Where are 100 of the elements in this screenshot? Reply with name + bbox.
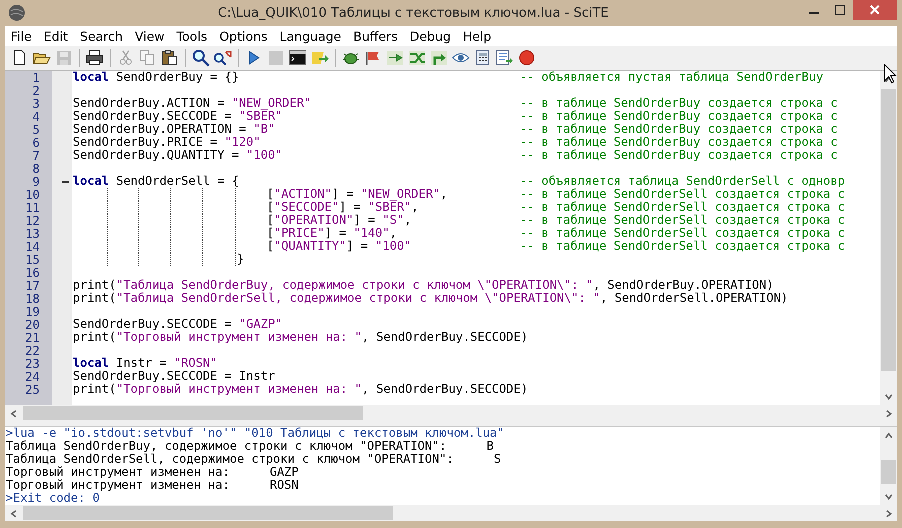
code-string: "SECCODE"	[274, 201, 340, 214]
code-text: Instr =	[115, 357, 168, 370]
menu-item[interactable]: Tools	[170, 28, 214, 44]
code-string: "GAZP"	[239, 318, 283, 331]
menu-item[interactable]: Buffers	[348, 28, 404, 44]
menu-item[interactable]: Options	[214, 28, 274, 44]
line-number: 14	[24, 240, 41, 253]
code-text: [	[267, 227, 274, 240]
menu-item[interactable]: Help	[457, 28, 498, 44]
code-string: "100"	[246, 149, 283, 162]
find-icon[interactable]	[190, 47, 212, 69]
code-text: [	[267, 240, 274, 253]
code-text: }	[237, 253, 244, 266]
code-text: [	[267, 201, 274, 214]
menu-item[interactable]: Edit	[38, 28, 74, 44]
code-text: , SendOrderBuy.SECCODE)	[362, 331, 528, 344]
output-text: Таблица SendOrderSell, содержимое строки с ключом "OPERATION":	[6, 453, 454, 466]
code-string: "Торговый инструмент изменен на: "	[116, 383, 362, 396]
code-comment: -- объявляется таблица SendOrderSell с одновр	[520, 175, 846, 188]
code-text: print(	[73, 292, 116, 305]
scrollbar-thumb[interactable]	[23, 406, 363, 420]
code-comment: -- объявляется пустая таблица SendOrderBuy	[520, 71, 824, 84]
code-text: ,	[440, 188, 448, 201]
code-string: "OPERATION"	[274, 214, 354, 227]
code-comment: -- в таблице SendOrderBuy создается строка с	[520, 123, 839, 136]
vertical-scrollbar[interactable]	[880, 71, 897, 405]
line-number: 24	[24, 370, 41, 383]
code-text: , SendOrderBuy.OPERATION)	[593, 279, 774, 292]
code-comment: -- в таблице SendOrderSell создается строка с	[520, 201, 846, 214]
code-string: "B"	[254, 123, 276, 136]
line-number: 22	[24, 344, 41, 357]
code-text: ] =	[346, 240, 370, 253]
line-number: 7	[32, 149, 41, 162]
code-text: SendOrderBuy.SECCODE =	[73, 318, 233, 331]
code-text: ,	[412, 201, 419, 214]
code-string: "Торговый инструмент изменен на: "	[116, 331, 362, 344]
scrollbar-thumb[interactable]	[881, 460, 896, 484]
code-string: "140"	[354, 227, 390, 240]
code-keyword: local	[73, 357, 110, 370]
code-string: "SBER"	[239, 110, 283, 123]
code-comment: -- в таблице SendOrderBuy создается строка с	[520, 149, 839, 162]
line-number: 5	[32, 123, 41, 136]
line-number: 8	[32, 162, 41, 175]
menu-item[interactable]: Search	[74, 28, 130, 44]
code-string: "NEW_ORDER"	[232, 97, 312, 110]
menu-item[interactable]: File	[5, 28, 38, 44]
scrollbar-thumb[interactable]	[23, 506, 393, 520]
code-text: print(	[73, 279, 116, 292]
close-icon[interactable]	[853, 0, 897, 20]
menu-item[interactable]: Language	[274, 28, 348, 44]
line-number: 18	[24, 292, 41, 305]
output-text: Торговый инструмент изменен на:	[6, 466, 230, 479]
code-text: ] =	[324, 227, 348, 240]
menu-item[interactable]: View	[129, 28, 171, 44]
code-comment: -- в таблице SendOrderSell создается строка с	[520, 227, 846, 240]
code-text: SendOrderBuy.ACTION =	[73, 97, 226, 110]
line-number: 11	[24, 201, 41, 214]
code-comment: -- в таблице SendOrderBuy создается строка с	[520, 136, 839, 149]
line-number: 9	[32, 175, 41, 188]
output-value: ROSN	[270, 479, 299, 492]
code-string: "ROSN"	[174, 357, 218, 370]
code-text: ] =	[339, 201, 362, 214]
code-text: SendOrderBuy = {}	[115, 71, 240, 84]
line-number: 16	[24, 266, 41, 279]
line-number: 12	[24, 214, 41, 227]
code-string: "ACTION"	[274, 188, 332, 201]
code-text: print(	[73, 331, 116, 344]
line-number: 23	[24, 357, 41, 370]
code-comment: -- в таблице SendOrderSell создается строка с	[520, 214, 846, 227]
output-value: B	[486, 440, 494, 453]
code-string: "NEW_ORDER"	[360, 188, 440, 201]
code-text: [	[267, 214, 274, 227]
code-keyword: local	[73, 175, 110, 188]
code-string: "QUANTITY"	[274, 240, 346, 253]
horizontal-scrollbar[interactable]	[5, 505, 897, 521]
code-text: [	[267, 188, 274, 201]
menu-item[interactable]: Debug	[404, 28, 458, 44]
mouse-cursor-icon	[884, 64, 897, 84]
code-text: SendOrderSell = {	[115, 175, 240, 188]
output-text: Таблица SendOrderBuy, содержимое строки с ключом "OPERATION":	[6, 440, 447, 453]
vertical-scrollbar[interactable]	[880, 427, 897, 505]
line-number: 25	[24, 383, 41, 396]
scrollbar-thumb[interactable]	[881, 89, 896, 371]
horizontal-scrollbar[interactable]	[5, 405, 897, 421]
app-icon	[8, 4, 26, 22]
output-command: >lua -e "io.stdout:setvbuf 'no'" "010 Таблицы с текстовым ключом.lua"	[6, 427, 504, 440]
code-text: , SendOrderSell.OPERATION)	[600, 292, 788, 305]
line-number: 4	[32, 110, 41, 123]
line-number: 1	[32, 71, 41, 84]
line-number: 13	[24, 227, 41, 240]
code-keyword: local	[73, 71, 110, 84]
code-string: "Таблица SendOrderBuy, содержимое строки с ключом \"OPERATION\": "	[116, 279, 594, 292]
code-text: print(	[73, 383, 116, 396]
code-string: "SBER"	[368, 201, 412, 214]
code-text: SendOrderBuy.SECCODE =	[73, 110, 233, 123]
line-number: 21	[24, 331, 41, 344]
code-text: SendOrderBuy.SECCODE = Instr	[73, 370, 276, 383]
line-number: 6	[32, 136, 41, 149]
output-value: S	[494, 453, 502, 466]
code-comment: -- в таблице SendOrderSell создается строка с	[520, 188, 846, 201]
